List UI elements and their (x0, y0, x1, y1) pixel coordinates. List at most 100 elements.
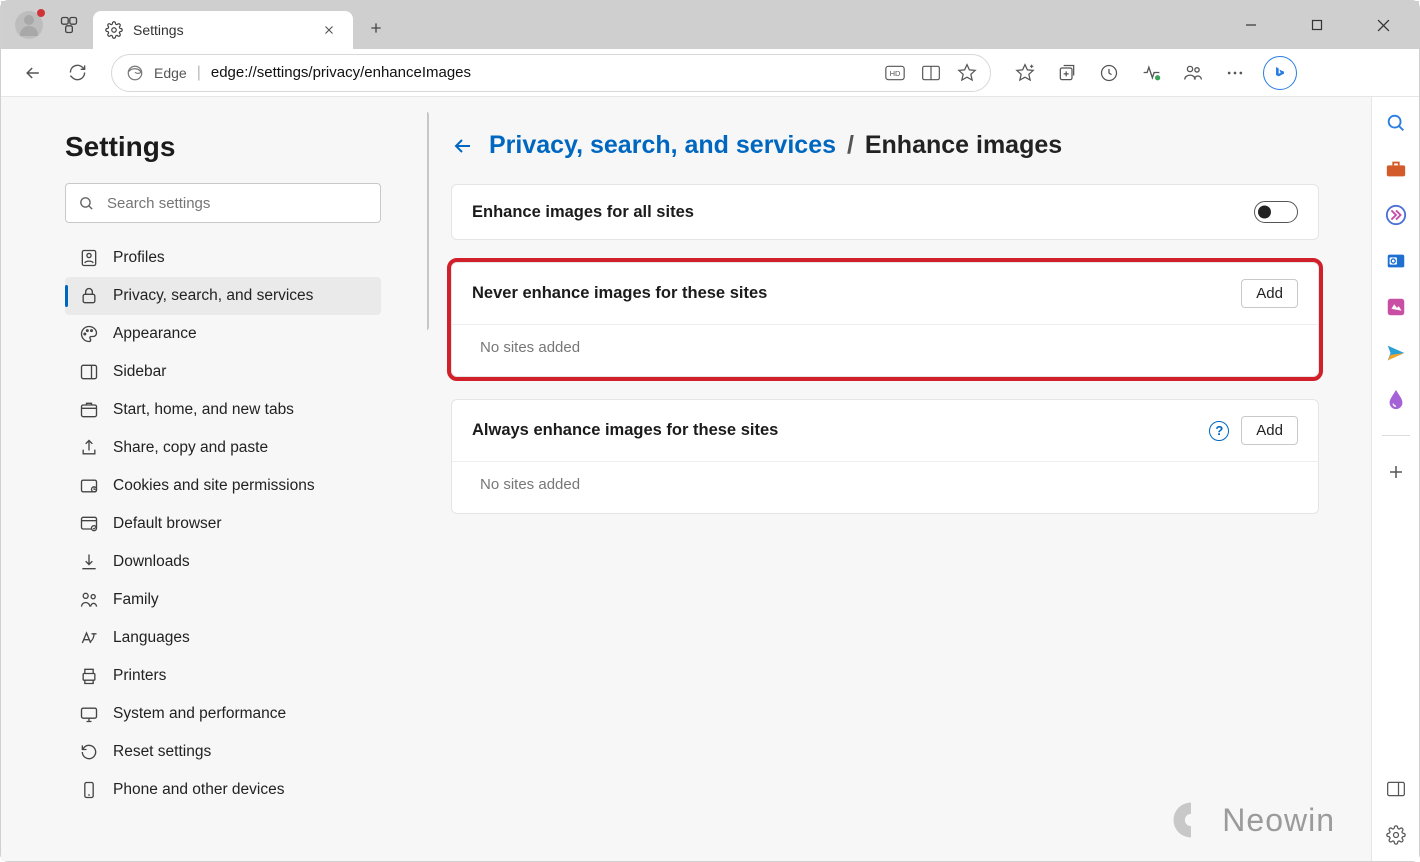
sidebar-divider (1382, 435, 1410, 436)
sidebar-search-icon[interactable] (1382, 109, 1410, 137)
always-empty-text: No sites added (452, 461, 1318, 513)
settings-sidebar: Settings Profiles Privacy, search, and s… (7, 103, 427, 855)
nav-label: Privacy, search, and services (113, 287, 313, 305)
search-icon (78, 195, 95, 212)
split-screen-icon[interactable] (916, 58, 946, 88)
breadcrumb-row: Privacy, search, and services / Enhance … (451, 131, 1319, 160)
minimize-button[interactable] (1229, 9, 1273, 41)
nav-reset[interactable]: Reset settings (65, 733, 381, 771)
sidebar-send-icon[interactable] (1382, 339, 1410, 367)
nav-label: Family (113, 591, 159, 609)
nav-family[interactable]: Family (65, 581, 381, 619)
card-always-enhance: Always enhance images for these sites ? … (451, 399, 1319, 514)
share-icon (79, 438, 99, 458)
nav-cookies[interactable]: Cookies and site permissions (65, 467, 381, 505)
add-always-site-button[interactable]: Add (1241, 416, 1298, 445)
nav-printers[interactable]: Printers (65, 657, 381, 695)
help-icon[interactable]: ? (1209, 421, 1229, 441)
nav-label: Cookies and site permissions (113, 477, 315, 495)
enhance-all-toggle[interactable] (1254, 201, 1298, 223)
nav-back-button[interactable] (13, 53, 53, 93)
content-area: Settings Profiles Privacy, search, and s… (7, 103, 1365, 855)
bing-chat-button[interactable] (1263, 56, 1297, 90)
sidebar-drop-icon[interactable] (1382, 385, 1410, 413)
edge-right-sidebar (1371, 97, 1419, 861)
browser-tab[interactable]: Settings (93, 11, 353, 49)
palette-icon (79, 324, 99, 344)
nav-label: Start, home, and new tabs (113, 401, 294, 419)
card-never-enhance: Never enhance images for these sites Add… (451, 262, 1319, 377)
nav-label: Appearance (113, 325, 197, 343)
printer-icon (79, 666, 99, 686)
toolbar: Edge | edge://settings/privacy/enhanceIm… (1, 49, 1419, 97)
tab-close-button[interactable] (317, 18, 341, 42)
nav-system[interactable]: System and performance (65, 695, 381, 733)
settings-nav: Profiles Privacy, search, and services A… (65, 239, 381, 809)
download-icon (79, 552, 99, 572)
workspaces-button[interactable] (53, 9, 85, 41)
sidebar-tools-icon[interactable] (1382, 155, 1410, 183)
breadcrumb-parent-link[interactable]: Privacy, search, and services (489, 131, 836, 159)
phone-icon (79, 780, 99, 800)
address-bar[interactable]: Edge | edge://settings/privacy/enhanceIm… (111, 54, 991, 92)
cookies-icon (79, 476, 99, 496)
nav-appearance[interactable]: Appearance (65, 315, 381, 353)
nav-label: Languages (113, 629, 190, 647)
tabs-icon (79, 400, 99, 420)
settings-search-input[interactable] (107, 195, 368, 212)
maximize-button[interactable] (1295, 9, 1339, 41)
favorite-star-icon[interactable] (952, 58, 982, 88)
nav-label: Default browser (113, 515, 222, 533)
more-menu-button[interactable] (1215, 53, 1255, 93)
browser-icon (79, 514, 99, 534)
nav-phone[interactable]: Phone and other devices (65, 771, 381, 809)
nav-languages[interactable]: Languages (65, 619, 381, 657)
lock-icon (79, 286, 99, 306)
nav-start-home[interactable]: Start, home, and new tabs (65, 391, 381, 429)
settings-search[interactable] (65, 183, 381, 223)
collections-button[interactable] (1047, 53, 1087, 93)
gear-icon (105, 21, 123, 39)
breadcrumb-current: Enhance images (865, 131, 1062, 159)
sidebar-collapse-icon[interactable] (1382, 775, 1410, 803)
profile-avatar[interactable] (15, 11, 43, 39)
address-url: edge://settings/privacy/enhanceImages (211, 64, 870, 81)
nav-refresh-button[interactable] (57, 53, 97, 93)
page-back-button[interactable] (451, 134, 475, 158)
nav-label: Profiles (113, 249, 165, 267)
card-title: Never enhance images for these sites (472, 284, 1229, 303)
new-tab-button[interactable] (359, 11, 393, 45)
nav-label: Downloads (113, 553, 190, 571)
people-button[interactable] (1173, 53, 1213, 93)
main-area: Settings Profiles Privacy, search, and s… (1, 97, 1419, 861)
svg-text:HD: HD (890, 68, 901, 77)
nav-privacy[interactable]: Privacy, search, and services (65, 277, 381, 315)
titlebar: Settings (1, 1, 1419, 49)
add-never-site-button[interactable]: Add (1241, 279, 1298, 308)
close-window-button[interactable] (1361, 9, 1405, 41)
card-title: Enhance images for all sites (472, 203, 1242, 222)
hd-icon[interactable]: HD (880, 58, 910, 88)
nav-label: Sidebar (113, 363, 166, 381)
tab-title: Settings (133, 22, 317, 38)
nav-share[interactable]: Share, copy and paste (65, 429, 381, 467)
nav-profiles[interactable]: Profiles (65, 239, 381, 277)
sidebar-designer-icon[interactable] (1382, 293, 1410, 321)
favorites-button[interactable] (1005, 53, 1045, 93)
nav-default-browser[interactable]: Default browser (65, 505, 381, 543)
settings-heading: Settings (65, 131, 401, 163)
sidebar-office-icon[interactable] (1382, 201, 1410, 229)
sidebar-add-button[interactable] (1382, 458, 1410, 486)
health-button[interactable] (1131, 53, 1171, 93)
family-icon (79, 590, 99, 610)
sidebar-settings-icon[interactable] (1382, 821, 1410, 849)
nav-downloads[interactable]: Downloads (65, 543, 381, 581)
nav-sidebar[interactable]: Sidebar (65, 353, 381, 391)
edge-logo-icon (126, 64, 144, 82)
breadcrumb-separator: / (847, 131, 854, 159)
sidebar-outlook-icon[interactable] (1382, 247, 1410, 275)
language-icon (79, 628, 99, 648)
nav-label: Share, copy and paste (113, 439, 268, 457)
nav-label: Phone and other devices (113, 781, 284, 799)
history-button[interactable] (1089, 53, 1129, 93)
